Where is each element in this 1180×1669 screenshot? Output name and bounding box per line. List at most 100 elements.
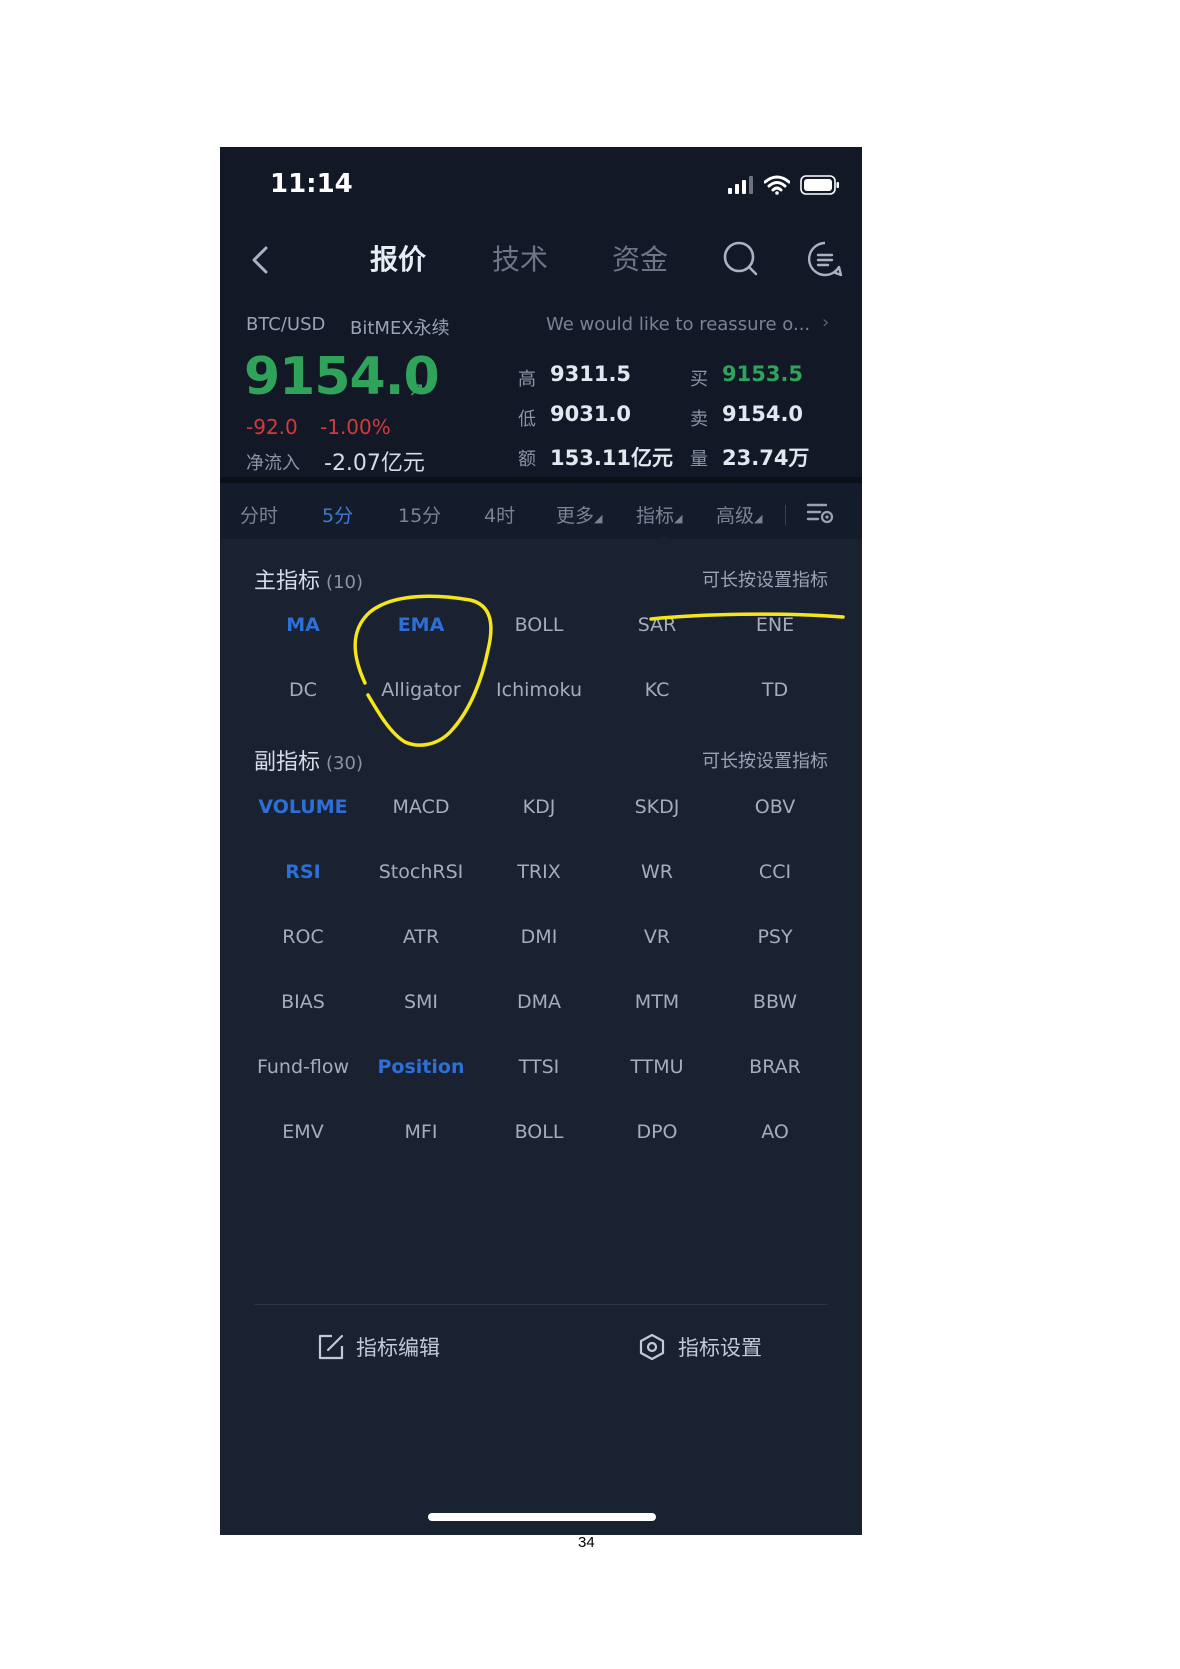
- indicator-brar[interactable]: BRAR: [716, 1047, 834, 1087]
- indicator-vr[interactable]: VR: [598, 917, 716, 957]
- sub-indicators-hint[interactable]: 可长按设置指标: [702, 747, 828, 773]
- corner-triangle-icon: ◢: [674, 512, 683, 525]
- chat-list-icon: [807, 241, 843, 277]
- battery-icon: [800, 175, 839, 195]
- indicator-sar[interactable]: SAR: [598, 605, 716, 645]
- period-advanced[interactable]: 高级◢: [716, 501, 762, 528]
- indicator-ichimoku[interactable]: Ichimoku: [480, 670, 598, 710]
- period-indicators[interactable]: 指标◢: [636, 501, 682, 528]
- indicator-dpo[interactable]: DPO: [598, 1112, 716, 1152]
- indicator-dmi[interactable]: DMI: [480, 917, 598, 957]
- indicator-bias[interactable]: BIAS: [244, 982, 362, 1022]
- indicator-macd[interactable]: MACD: [362, 787, 480, 827]
- search-button[interactable]: [722, 240, 760, 282]
- period-15min[interactable]: 15分: [398, 501, 441, 528]
- main-indicators-hint[interactable]: 可长按设置指标: [702, 566, 828, 592]
- edit-icon: [318, 1334, 344, 1360]
- period-advanced-label: 高级: [716, 505, 755, 527]
- period-more-label: 更多: [556, 505, 595, 527]
- indicator-rsi[interactable]: RSI: [244, 852, 362, 892]
- indicator-boll[interactable]: BOLL: [480, 605, 598, 645]
- indicator-smi[interactable]: SMI: [362, 982, 480, 1022]
- indicator-alligator[interactable]: Alligator: [362, 670, 480, 710]
- price-change: -92.0: [246, 415, 298, 439]
- back-button[interactable]: [246, 240, 276, 280]
- list-settings-icon: [806, 503, 834, 524]
- period-bar: 分时 5分 15分 4时 更多◢ 指标◢ 高级◢: [220, 477, 862, 541]
- indicator-settings-button[interactable]: 指标设置: [638, 1332, 762, 1362]
- period-4hour[interactable]: 4时: [484, 501, 515, 528]
- indicator-dma[interactable]: DMA: [480, 982, 598, 1022]
- indicator-ttsi[interactable]: TTSI: [480, 1047, 598, 1087]
- indicator-cci[interactable]: CCI: [716, 852, 834, 892]
- sub-indicators-count: (30): [326, 753, 363, 774]
- period-indicators-label: 指标: [636, 505, 675, 527]
- bid-label: 买: [690, 369, 708, 390]
- bid-value: 9153.5: [722, 362, 804, 386]
- hexagon-settings-icon: [639, 1333, 665, 1361]
- indicator-mfi[interactable]: MFI: [362, 1112, 480, 1152]
- indicator-panel: 主指标 (10) 可长按设置指标 MA EMA BOLL SAR ENE DC A…: [220, 539, 862, 1535]
- indicator-bbw[interactable]: BBW: [716, 982, 834, 1022]
- price-change-percent: -1.00%: [320, 415, 391, 439]
- period-timeshare[interactable]: 分时: [240, 501, 278, 528]
- indicator-settings-label: 指标设置: [678, 1336, 762, 1360]
- ask-value: 9154.0: [722, 402, 804, 426]
- high-label: 高: [518, 369, 536, 390]
- main-indicator-row: DC Alligator Ichimoku KC TD: [244, 670, 834, 710]
- period-5min[interactable]: 5分: [322, 501, 353, 528]
- indicator-psy[interactable]: PSY: [716, 917, 834, 957]
- phone-screen: 11:14 报价 技术 资金 BTC/USD BitMEX永续 We would…: [220, 147, 862, 1535]
- high-value: 9311.5: [550, 362, 632, 386]
- status-icons: [728, 175, 840, 195]
- indicator-trix[interactable]: TRIX: [480, 852, 598, 892]
- indicator-stochrsi[interactable]: StochRSI: [362, 852, 480, 892]
- tab-technical[interactable]: 技术: [492, 238, 548, 278]
- indicator-kdj[interactable]: KDJ: [480, 787, 598, 827]
- indicator-kc[interactable]: KC: [598, 670, 716, 710]
- volume-value: 23.74万: [722, 446, 810, 470]
- indicator-ao[interactable]: AO: [716, 1112, 834, 1152]
- indicator-mtm[interactable]: MTM: [598, 982, 716, 1022]
- indicator-dc[interactable]: DC: [244, 670, 362, 710]
- arrow-up-right-icon: ↗: [408, 377, 425, 401]
- chevron-right-icon: ›: [822, 312, 830, 333]
- signal-icon: [728, 176, 753, 194]
- indicator-emv[interactable]: EMV: [244, 1112, 362, 1152]
- indicator-ma[interactable]: MA: [244, 605, 362, 645]
- low-value: 9031.0: [550, 402, 632, 426]
- indicator-skdj[interactable]: SKDJ: [598, 787, 716, 827]
- corner-triangle-icon: ◢: [754, 512, 763, 525]
- tab-funds[interactable]: 资金: [612, 238, 668, 278]
- net-inflow-label: 净流入: [246, 453, 300, 474]
- indicator-roc[interactable]: ROC: [244, 917, 362, 957]
- exchange-name: BitMEX永续: [350, 318, 450, 339]
- tab-quote[interactable]: 报价: [370, 238, 426, 278]
- main-indicator-row: MA EMA BOLL SAR ENE: [244, 605, 834, 645]
- indicator-fund-flow[interactable]: Fund-flow: [244, 1047, 362, 1087]
- indicator-edit-label: 指标编辑: [356, 1336, 440, 1360]
- indicator-position[interactable]: Position: [362, 1047, 480, 1087]
- indicator-obv[interactable]: OBV: [716, 787, 834, 827]
- top-nav: 报价 技术 资金: [220, 232, 862, 292]
- indicator-volume[interactable]: VOLUME: [244, 787, 362, 827]
- main-indicators-title-text: 主指标: [254, 569, 321, 594]
- main-indicators-count: (10): [326, 572, 363, 593]
- indicator-ema[interactable]: EMA: [362, 605, 480, 645]
- indicator-ttmu[interactable]: TTMU: [598, 1047, 716, 1087]
- indicator-atr[interactable]: ATR: [362, 917, 480, 957]
- ask-label: 卖: [690, 409, 708, 430]
- main-indicators-title: 主指标 (10): [254, 563, 363, 595]
- indicator-ene[interactable]: ENE: [716, 605, 834, 645]
- chat-menu-button[interactable]: [806, 240, 844, 282]
- news-ticker[interactable]: We would like to reassure o...: [546, 314, 810, 335]
- indicator-boll-sub[interactable]: BOLL: [480, 1112, 598, 1152]
- period-more[interactable]: 更多◢: [556, 501, 602, 528]
- indicator-wr[interactable]: WR: [598, 852, 716, 892]
- indicator-td[interactable]: TD: [716, 670, 834, 710]
- sub-indicator-row: BIAS SMI DMA MTM BBW: [244, 982, 834, 1022]
- chart-settings-button[interactable]: [806, 501, 834, 529]
- indicator-edit-button[interactable]: 指标编辑: [318, 1332, 440, 1362]
- divider: [254, 1304, 828, 1305]
- net-inflow-value: -2.07亿元: [324, 451, 425, 476]
